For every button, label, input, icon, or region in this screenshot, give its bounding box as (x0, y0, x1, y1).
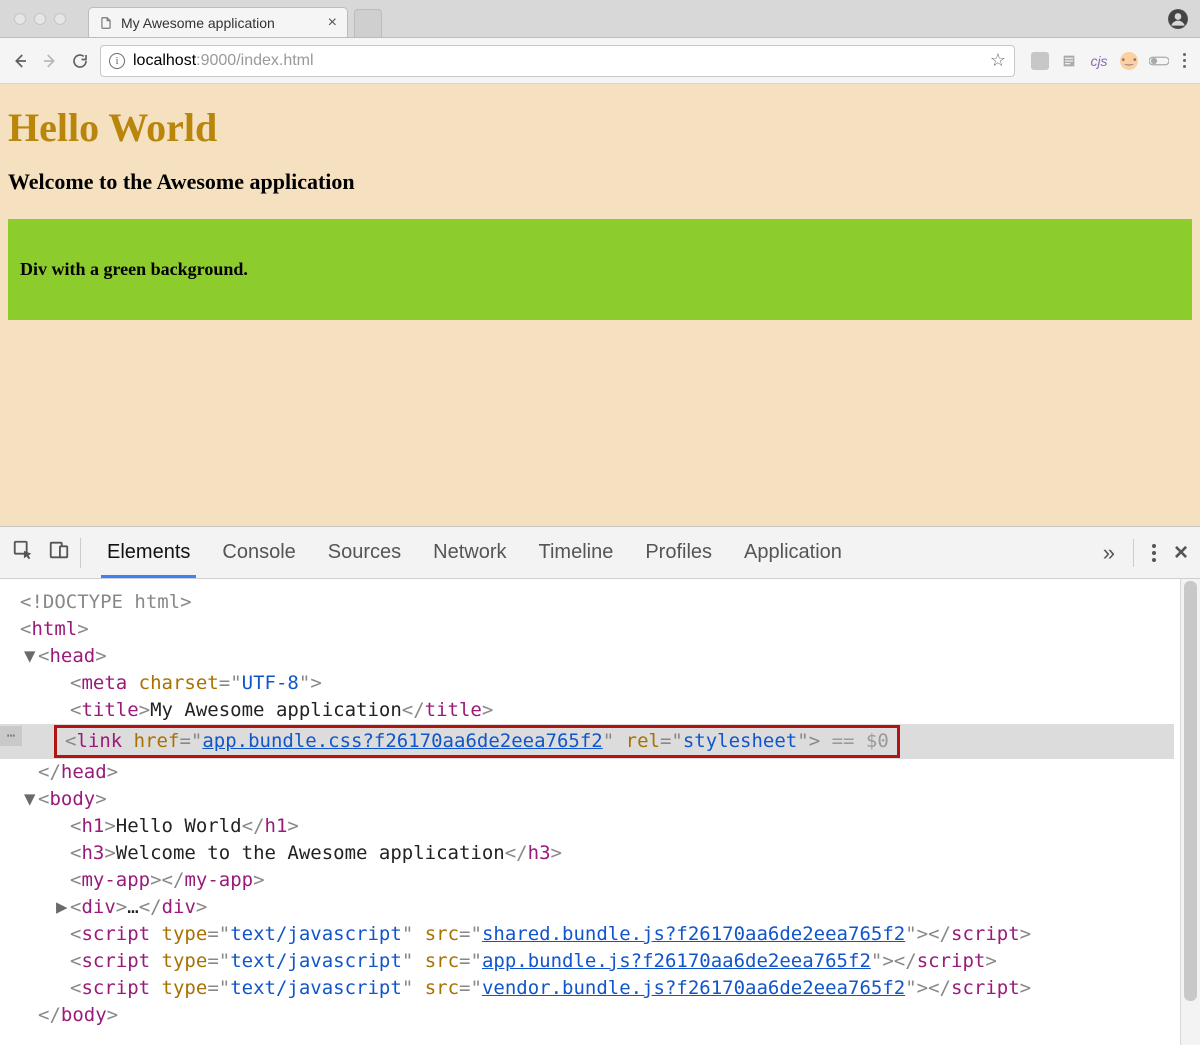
back-button[interactable] (10, 51, 30, 71)
dom-script-2[interactable]: <script type="text/javascript" src="app.… (14, 948, 1194, 975)
green-box-text: Div with a green background. (20, 259, 1180, 280)
dom-meta[interactable]: <meta charset="UTF-8"> (14, 670, 1194, 697)
dom-body-close[interactable]: </body> (14, 1002, 1194, 1029)
dom-h1[interactable]: <h1>Hello World</h1> (14, 813, 1194, 840)
page-h3: Welcome to the Awesome application (8, 169, 1192, 195)
devtools-tab-elements[interactable]: Elements (101, 527, 196, 578)
tab-title: My Awesome application (121, 15, 275, 31)
dom-script-1[interactable]: <script type="text/javascript" src="shar… (14, 921, 1194, 948)
device-toolbar-icon[interactable] (48, 539, 70, 567)
devtools-elements-tree[interactable]: ⋯ <!DOCTYPE html> <html> ▼<head> <meta c… (0, 579, 1200, 1045)
extension-area: cjs •‿• (1025, 51, 1190, 71)
devtools-panel: Elements Console Sources Network Timelin… (0, 526, 1200, 1045)
devtools-tab-application[interactable]: Application (738, 527, 848, 578)
devtools-menu-icon[interactable] (1152, 544, 1156, 562)
dom-head-open[interactable]: ▼<head> (14, 643, 1194, 670)
dom-div-collapsed[interactable]: ▶<div>…</div> (14, 894, 1194, 921)
browser-tab-active[interactable]: My Awesome application × (88, 7, 348, 37)
browser-menu-button[interactable] (1179, 53, 1190, 68)
url-text: localhost:9000/index.html (133, 52, 314, 70)
dom-body-open[interactable]: ▼<body> (14, 786, 1194, 813)
site-info-icon[interactable]: i (109, 53, 125, 69)
highlight-annotation: <link href="app.bundle.css?f26170aa6de2e… (54, 725, 900, 758)
rendered-page: Hello World Welcome to the Awesome appli… (0, 84, 1200, 526)
bookmark-star-icon[interactable]: ☆ (990, 50, 1006, 71)
row-actions-icon[interactable]: ⋯ (0, 726, 22, 746)
close-window-button[interactable] (14, 13, 26, 25)
dom-selected-row[interactable]: <link href="app.bundle.css?f26170aa6de2e… (0, 724, 1174, 759)
extension-cjs-icon[interactable]: cjs (1089, 51, 1109, 71)
separator (1133, 539, 1134, 567)
extension-face-icon[interactable]: •‿• (1119, 51, 1139, 71)
scrollbar-thumb[interactable] (1184, 581, 1197, 1001)
maximize-window-button[interactable] (54, 13, 66, 25)
devtools-tab-profiles[interactable]: Profiles (639, 527, 718, 578)
new-tab-button[interactable] (354, 9, 382, 37)
dom-html-open[interactable]: <html> (14, 616, 1194, 643)
dom-title[interactable]: <title>My Awesome application</title> (14, 697, 1194, 724)
devtools-tab-console[interactable]: Console (216, 527, 301, 578)
dom-my-app[interactable]: <my-app></my-app> (14, 867, 1194, 894)
green-box: Div with a green background. (8, 219, 1192, 320)
dom-doctype[interactable]: <!DOCTYPE html> (14, 589, 1194, 616)
tab-close-icon[interactable]: × (328, 15, 337, 31)
browser-toolbar: i localhost:9000/index.html ☆ cjs •‿• (0, 38, 1200, 84)
dom-h3[interactable]: <h3>Welcome to the Awesome application</… (14, 840, 1194, 867)
extension-square-icon[interactable] (1031, 52, 1049, 70)
devtools-tab-network[interactable]: Network (427, 527, 512, 578)
dom-script-3[interactable]: <script type="text/javascript" src="vend… (14, 975, 1194, 1002)
devtools-scrollbar[interactable] (1180, 579, 1200, 1045)
profile-icon[interactable] (1168, 9, 1188, 29)
devtools-close-icon[interactable]: × (1174, 539, 1188, 567)
devtools-tabbar: Elements Console Sources Network Timelin… (0, 527, 1200, 579)
address-bar[interactable]: i localhost:9000/index.html ☆ (100, 45, 1015, 77)
forward-button[interactable] (40, 51, 60, 71)
reload-button[interactable] (70, 51, 90, 71)
file-icon (99, 16, 113, 30)
extension-page-icon[interactable] (1059, 51, 1079, 71)
page-h1: Hello World (8, 104, 1192, 151)
inspect-element-icon[interactable] (12, 539, 34, 567)
window-controls (0, 13, 80, 25)
devtools-tab-sources[interactable]: Sources (322, 527, 407, 578)
browser-titlebar: My Awesome application × (0, 0, 1200, 38)
devtools-tab-timeline[interactable]: Timeline (533, 527, 620, 578)
dom-head-close[interactable]: </head> (14, 759, 1194, 786)
extension-toggle-icon[interactable] (1149, 51, 1169, 71)
devtools-tab-overflow-icon[interactable]: » (1103, 540, 1115, 566)
minimize-window-button[interactable] (34, 13, 46, 25)
tab-strip: My Awesome application × (88, 0, 382, 37)
